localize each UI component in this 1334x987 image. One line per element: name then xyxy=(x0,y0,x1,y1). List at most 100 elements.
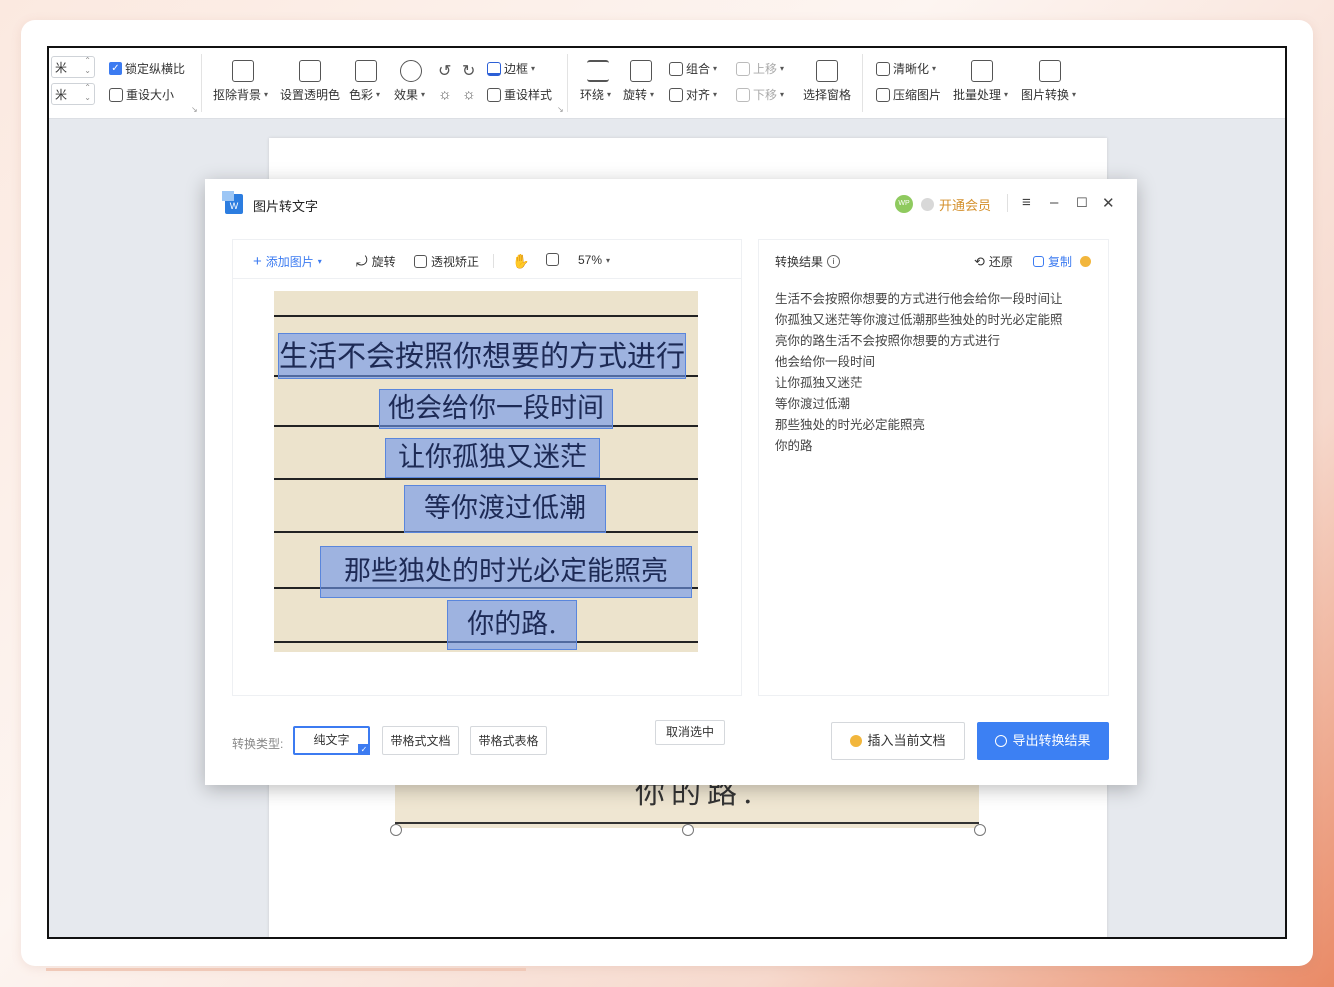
export-result-button[interactable]: 导出转换结果 xyxy=(977,722,1109,760)
width-unit: 米 xyxy=(55,61,68,75)
sharpen-button[interactable]: 清晰化 ▾ xyxy=(876,60,936,77)
separator xyxy=(862,54,863,112)
remove-bg-button[interactable]: 抠除背景 ▾ xyxy=(213,86,268,103)
resize-handle[interactable] xyxy=(974,824,986,836)
ocr-region[interactable]: 等你渡过低潮 xyxy=(404,485,606,533)
rotate-right-icon[interactable]: ↻ xyxy=(462,61,475,81)
export-label: 导出转换结果 xyxy=(1012,733,1091,748)
vip-button[interactable]: 开通会员 xyxy=(921,195,991,214)
wrap-button[interactable]: 环绕 ▾ xyxy=(580,86,611,103)
rotate-button[interactable]: 旋转 ▾ xyxy=(623,86,654,103)
reset-size-button[interactable]: 重设大小 xyxy=(109,86,174,103)
formatted-doc-option[interactable]: 带格式文档 xyxy=(382,726,459,755)
image-convert-label: 图片转换 xyxy=(1021,88,1070,102)
add-image-button[interactable]: + 添加图片 ▾ xyxy=(253,253,322,270)
transparent-icon xyxy=(299,60,321,82)
group-label: 组合 xyxy=(686,62,711,76)
hand-icon[interactable]: ✋ xyxy=(512,253,529,270)
close-icon[interactable]: ✕ xyxy=(1102,194,1115,212)
ocr-region[interactable]: 他会给你一段时间 xyxy=(379,389,613,429)
color-button[interactable]: 色彩 ▾ xyxy=(349,86,380,103)
selection-pane-icon xyxy=(816,60,838,82)
batch-button[interactable]: 批量处理 ▾ xyxy=(953,86,1008,103)
dialog-launcher-icon[interactable]: ↘ xyxy=(191,105,198,114)
plus-icon: + xyxy=(253,253,262,270)
image-preview-panel: + 添加图片 ▾ ⤾ 旋转 透视矫正 ✋ 57% ▾ 生活不会按照你想要的方式进行 他会… xyxy=(232,239,742,745)
result-line: 让你孤独又迷茫 xyxy=(775,376,863,390)
insert-document-button[interactable]: 插入当前文档 xyxy=(831,722,965,760)
separator xyxy=(1007,194,1008,212)
resize-handle[interactable] xyxy=(682,824,694,836)
move-down-icon xyxy=(736,87,750,102)
batch-icon xyxy=(971,60,993,82)
group-icon xyxy=(669,61,683,76)
info-icon[interactable]: i xyxy=(827,255,841,268)
resize-handle[interactable] xyxy=(390,824,402,836)
restore-button[interactable]: ⟲ 还原 xyxy=(974,253,1013,270)
reset-size-label: 重设大小 xyxy=(126,88,175,102)
selection-pane-button[interactable]: 选择窗格 xyxy=(803,86,851,103)
dialog-title: 图片转文字 xyxy=(253,199,319,214)
separator xyxy=(493,254,494,268)
menu-icon[interactable]: ≡ xyxy=(1022,194,1031,211)
coin-icon xyxy=(1080,256,1092,267)
perspective-button[interactable]: 透视矫正 xyxy=(414,253,479,270)
height-stepper[interactable]: 米 xyxy=(51,83,95,105)
avatar[interactable]: WP xyxy=(895,195,913,213)
ocr-region[interactable]: 让你孤独又迷茫 xyxy=(385,438,600,478)
cancel-selection-button[interactable]: 取消选中 xyxy=(655,720,725,745)
ocr-region[interactable]: 生活不会按照你想要的方式进行 xyxy=(278,333,686,379)
rotate-image-button[interactable]: ⤾ 旋转 xyxy=(356,253,396,270)
coin-icon xyxy=(995,735,1008,747)
plain-text-option[interactable]: 纯文字 xyxy=(293,726,370,755)
rotate-label: 旋转 xyxy=(371,255,396,269)
rotate-icon xyxy=(630,60,652,82)
vip-label: 开通会员 xyxy=(939,198,992,213)
result-line: 亮你的路生活不会按照你想要的方式进行 xyxy=(775,334,1001,348)
lock-ratio-checkbox[interactable]: ✓ 锁定纵横比 xyxy=(109,60,185,77)
divider xyxy=(233,278,741,279)
group-button[interactable]: 组合 ▾ xyxy=(669,60,717,77)
convert-icon xyxy=(1039,60,1061,82)
width-stepper[interactable]: 米 xyxy=(51,56,95,78)
ocr-region[interactable]: 那些独处的时光必定能照亮 xyxy=(320,546,692,598)
set-transparent-button[interactable]: 设置透明色 xyxy=(280,86,340,103)
remove-bg-icon xyxy=(232,60,254,82)
formatted-table-option[interactable]: 带格式表格 xyxy=(470,726,547,755)
color-icon xyxy=(355,60,377,82)
source-photo: 生活不会按照你想要的方式进行 他会给你一段时间 让你孤独又迷茫 等你渡过低潮 那… xyxy=(274,291,698,652)
move-up-button[interactable]: 上移 ▾ xyxy=(736,60,784,77)
minimize-icon[interactable]: – xyxy=(1050,194,1058,211)
wrap-icon xyxy=(587,60,609,82)
align-button[interactable]: 对齐 ▾ xyxy=(669,86,717,103)
reset-size-icon xyxy=(109,87,123,102)
document-image[interactable]: 你的路. xyxy=(395,778,979,828)
move-down-button[interactable]: 下移 ▾ xyxy=(736,86,784,103)
brightness-icon[interactable]: ☼ xyxy=(438,86,452,103)
ocr-region[interactable]: 你的路. xyxy=(447,600,577,650)
result-line: 生活不会按照你想要的方式进行他会给你一段时间让 xyxy=(775,292,1063,306)
ruled-line xyxy=(274,315,698,317)
move-down-label: 下移 xyxy=(753,88,778,102)
maximize-icon[interactable]: ☐ xyxy=(1076,195,1088,211)
compress-icon xyxy=(876,87,890,102)
zoom-dropdown[interactable]: 57% ▾ xyxy=(578,253,610,267)
zoom-value: 57% xyxy=(578,253,603,267)
copy-label: 复制 xyxy=(1048,255,1073,269)
reset-style-button[interactable]: 重设样式 xyxy=(487,86,552,103)
result-line: 那些独处的时光必定能照亮 xyxy=(775,418,926,432)
set-transparent-label: 设置透明色 xyxy=(280,88,341,102)
effects-button[interactable]: 效果 ▾ xyxy=(394,86,425,103)
contrast-icon[interactable]: ☼ xyxy=(462,86,476,103)
result-text[interactable]: 生活不会按照你想要的方式进行他会给你一段时间让 你孤独又迷茫等你渡过低潮那些独处… xyxy=(775,289,1063,457)
fit-icon[interactable] xyxy=(546,253,559,266)
rotate-left-icon[interactable]: ↺ xyxy=(438,61,451,81)
compress-button[interactable]: 压缩图片 xyxy=(876,86,941,103)
remove-bg-label: 抠除背景 xyxy=(213,88,262,102)
image-convert-button[interactable]: 图片转换 ▾ xyxy=(1021,86,1076,103)
copy-button[interactable]: 复制 xyxy=(1033,253,1096,270)
dialog-launcher-icon[interactable]: ↘ xyxy=(557,105,564,114)
border-button[interactable]: 边框 ▾ xyxy=(487,60,535,77)
result-line: 你孤独又迷茫等你渡过低潮那些独处的时光必定能照 xyxy=(775,313,1063,327)
move-up-label: 上移 xyxy=(753,62,778,76)
